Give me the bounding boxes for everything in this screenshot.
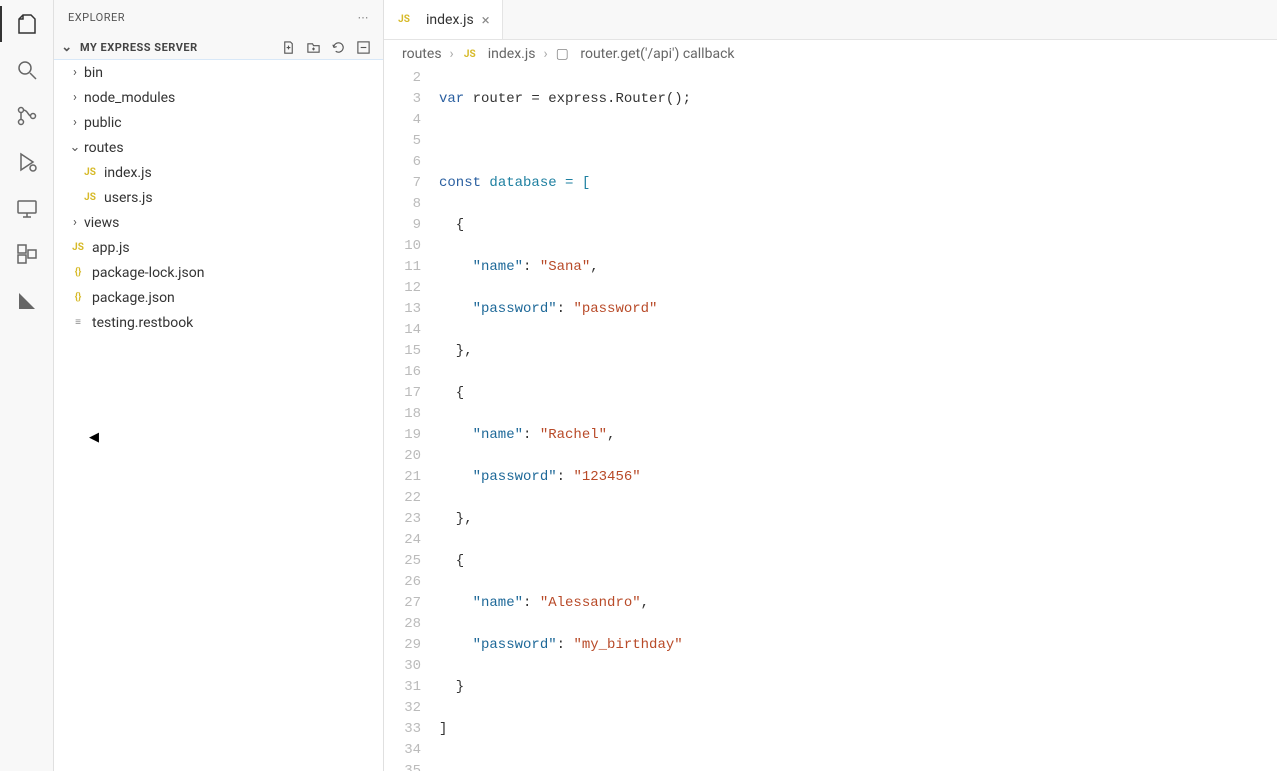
- new-file-icon[interactable]: [281, 40, 296, 55]
- folder-node-modules[interactable]: ›node_modules: [54, 85, 383, 110]
- line-number-gutter: 2345678910111213141516171819202122232425…: [384, 68, 439, 771]
- folder-bin[interactable]: ›bin: [54, 60, 383, 85]
- file-users-js[interactable]: JSusers.js: [54, 185, 383, 210]
- tab-index-js[interactable]: JS index.js ×: [384, 0, 503, 39]
- activity-bar: [0, 0, 54, 771]
- folder-public[interactable]: ›public: [54, 110, 383, 135]
- remote-icon[interactable]: [13, 194, 41, 222]
- more-icon[interactable]: ⋯: [358, 11, 370, 24]
- project-header[interactable]: ⌄ MY EXPRESS SERVER: [54, 35, 383, 59]
- crumb-index: JSindex.js: [462, 46, 536, 62]
- chevron-right-icon: ›: [450, 46, 454, 62]
- explorer-icon[interactable]: [13, 10, 41, 38]
- file-index-js[interactable]: JSindex.js: [54, 160, 383, 185]
- tab-bar: JS index.js ×: [384, 0, 1277, 40]
- editor-pane: JS index.js × routes › JSindex.js › ▢ ro…: [384, 0, 1277, 771]
- file-package-lock[interactable]: ›{}package-lock.json: [54, 260, 383, 285]
- tab-label: index.js: [426, 12, 474, 28]
- new-folder-icon[interactable]: [306, 40, 321, 55]
- breadcrumbs[interactable]: routes › JSindex.js › ▢ router.get('/api…: [384, 40, 1277, 68]
- triangle-icon[interactable]: [13, 286, 41, 314]
- refresh-icon[interactable]: [331, 40, 346, 55]
- folder-routes[interactable]: ⌄routes: [54, 135, 383, 160]
- project-name: MY EXPRESS SERVER: [80, 41, 198, 54]
- extensions-icon[interactable]: [13, 240, 41, 268]
- search-icon[interactable]: [13, 56, 41, 84]
- js-file-icon: JS: [396, 14, 412, 25]
- chevron-right-icon: ›: [543, 46, 547, 62]
- file-restbook[interactable]: ›≡testing.restbook: [54, 310, 383, 335]
- collapse-icon[interactable]: [356, 40, 371, 55]
- explorer-sidebar: EXPLORER ⋯ ⌄ MY EXPRESS SERVER ›bin ›nod…: [54, 0, 384, 771]
- file-tree: ›bin ›node_modules ›public ⌄routes JSind…: [54, 59, 383, 771]
- sidebar-header: EXPLORER ⋯: [54, 0, 383, 35]
- folder-views[interactable]: ›views: [54, 210, 383, 235]
- close-icon[interactable]: ×: [482, 11, 490, 29]
- chevron-down-icon: ⌄: [60, 40, 74, 55]
- crumb-routes: routes: [402, 46, 442, 62]
- editor[interactable]: 2345678910111213141516171819202122232425…: [384, 68, 1277, 771]
- code-content[interactable]: var router = express.Router(); const dat…: [439, 68, 1277, 771]
- scm-icon[interactable]: [13, 102, 41, 130]
- file-app-js[interactable]: ›JSapp.js: [54, 235, 383, 260]
- crumb-callback: ▢ router.get('/api') callback: [556, 46, 735, 62]
- run-icon[interactable]: [13, 148, 41, 176]
- sidebar-title: EXPLORER: [68, 11, 125, 24]
- file-package-json[interactable]: ›{}package.json: [54, 285, 383, 310]
